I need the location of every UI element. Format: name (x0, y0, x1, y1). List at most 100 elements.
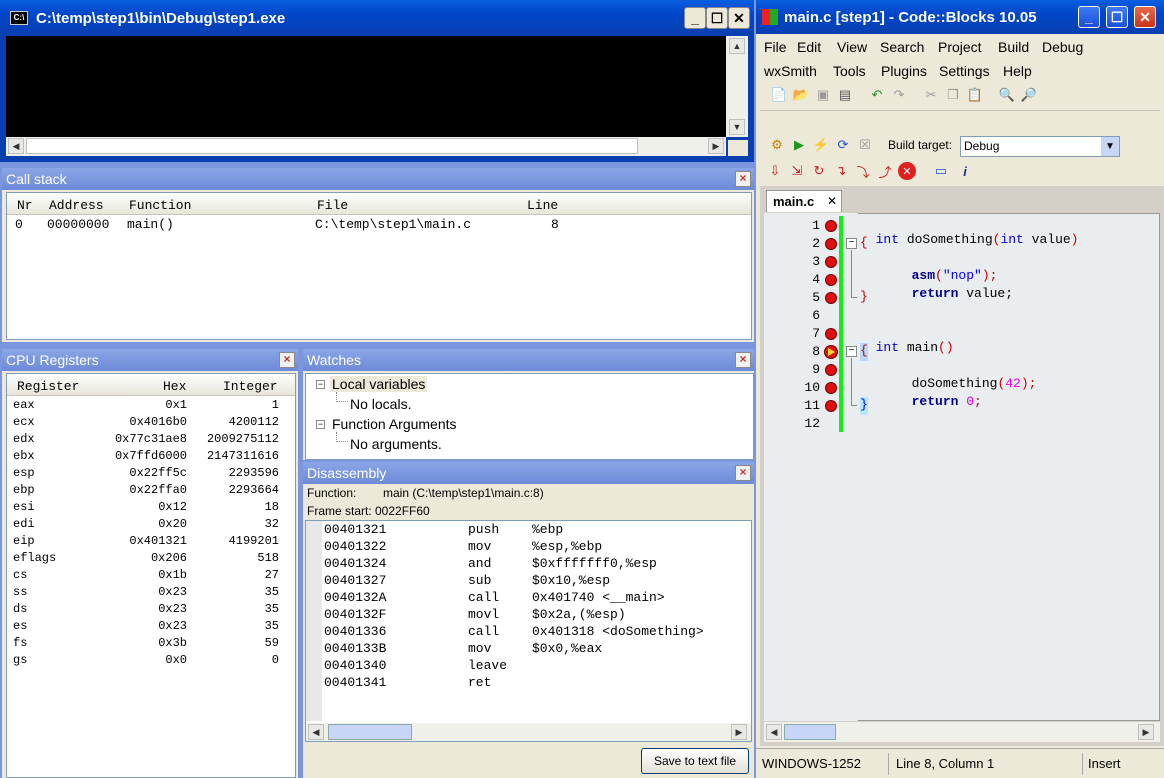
table-row[interactable]: ebx 0x7ffd6000 2147311616 (7, 449, 295, 466)
build-target-select[interactable]: Debug ▼ (960, 136, 1120, 157)
cpu-registers-list[interactable]: Register Hex Integer eax 0x1 1 ecx 0x4016b0 4… (6, 373, 296, 778)
editor-hscroll[interactable]: ◀ ▶ (764, 722, 1160, 742)
breakpoint-icon[interactable] (825, 220, 837, 232)
table-row[interactable]: ds 0x23 35 (7, 602, 295, 619)
close-icon[interactable]: ✕ (827, 194, 837, 208)
next-line-icon[interactable]: ↻ (810, 162, 828, 180)
close-icon[interactable]: × (735, 171, 751, 187)
call-stack-list[interactable]: Nr Address Function File Line 0 00000000… (6, 192, 752, 340)
table-row[interactable]: 0 00000000 main() C:\temp\step1\main.c 8 (7, 217, 751, 235)
debug-windows-icon[interactable]: ▭ (932, 162, 950, 180)
stop-debug-icon[interactable]: ✕ (898, 162, 916, 180)
build-gear-icon[interactable]: ⚙ (768, 136, 786, 154)
menu-file[interactable]: File (764, 39, 787, 55)
disasm-row[interactable]: 00401336 call 0x401318 <doSomething> (306, 624, 751, 641)
save-all-icon[interactable]: ▤ (836, 86, 854, 104)
replace-icon[interactable]: 🔎 (1020, 86, 1038, 104)
disasm-row[interactable]: 00401340 leave (306, 658, 751, 675)
ide-titlebar[interactable]: main.c [step1] - Code::Blocks 10.05 (756, 0, 1164, 34)
run-to-cursor-icon[interactable]: ⇲ (788, 162, 806, 180)
disasm-listing[interactable]: 00401321 push %ebp 00401322 mov %esp,%ebp 0040… (305, 520, 752, 742)
menu-tools[interactable]: Tools (833, 63, 866, 79)
new-file-icon[interactable]: 📄 (770, 86, 788, 104)
expand-minus-icon[interactable]: − (316, 380, 325, 389)
info-icon[interactable]: i (956, 162, 974, 180)
code-line-1[interactable]: int doSomething(int value) (860, 217, 1079, 247)
run-icon[interactable]: ▶ (790, 136, 808, 154)
disasm-hscroll-thumb[interactable] (328, 724, 412, 740)
line-number[interactable]: 3 (790, 254, 820, 269)
table-row[interactable]: gs 0x0 0 (7, 653, 295, 670)
menu-search[interactable]: Search (880, 39, 924, 55)
disasm-row[interactable]: 00401341 ret (306, 675, 751, 692)
line-number[interactable]: 6 (790, 308, 820, 323)
code-line-5[interactable]: } (860, 289, 868, 307)
scroll-down-icon[interactable]: ▼ (729, 119, 745, 135)
console-output[interactable] (6, 36, 726, 137)
col-line[interactable]: Line (527, 198, 558, 213)
code-line-2[interactable]: { (860, 235, 868, 253)
watches-tree[interactable]: − Local variables No locals. − Function … (305, 373, 754, 460)
menu-edit[interactable]: Edit (797, 39, 821, 55)
disasm-row[interactable]: 0040132A call 0x401740 <__main> (306, 590, 751, 607)
col-file[interactable]: File (317, 198, 348, 213)
table-row[interactable]: ebp 0x22ffa0 2293664 (7, 483, 295, 500)
table-row[interactable]: es 0x23 35 (7, 619, 295, 636)
table-row[interactable]: ss 0x23 35 (7, 585, 295, 602)
step-into-icon[interactable]: ⤵ (854, 162, 872, 180)
console-close-button[interactable]: ✕ (728, 7, 750, 29)
watch-function-arguments[interactable]: Function Arguments (332, 416, 457, 432)
next-instruction-icon[interactable]: ↴ (832, 162, 850, 180)
expand-minus-icon[interactable]: − (316, 420, 325, 429)
table-row[interactable]: eip 0x401321 4199201 (7, 534, 295, 551)
step-out-icon[interactable]: ⤴ (876, 162, 894, 180)
scroll-left-icon[interactable]: ◀ (8, 138, 24, 154)
console-resize-grip[interactable] (728, 140, 748, 156)
code-line-9[interactable]: doSomething(42); (896, 361, 1037, 391)
line-number[interactable]: 1 (790, 218, 820, 233)
line-number[interactable]: 11 (790, 398, 820, 413)
table-row[interactable]: esi 0x12 18 (7, 500, 295, 517)
scroll-right-icon[interactable]: ▶ (708, 138, 724, 154)
code-line-10[interactable]: return 0; (896, 379, 982, 409)
console-titlebar[interactable]: C:\ C:\temp\step1\bin\Debug\step1.exe (0, 0, 754, 36)
disasm-row[interactable]: 00401327 sub $0x10,%esp (306, 573, 751, 590)
breakpoint-icon[interactable] (825, 256, 837, 268)
disasm-row[interactable]: 0040133B mov $0x0,%eax (306, 641, 751, 658)
table-row[interactable]: ecx 0x4016b0 4200112 (7, 415, 295, 432)
col-address[interactable]: Address (49, 198, 104, 213)
breakpoint-icon[interactable] (825, 238, 837, 250)
breakpoint-icon[interactable] (825, 328, 837, 340)
col-function[interactable]: Function (129, 198, 191, 213)
breakpoint-icon[interactable] (825, 364, 837, 376)
breakpoint-icon[interactable] (825, 274, 837, 286)
breakpoint-icon[interactable] (825, 400, 837, 412)
console-minimize-button[interactable]: _ (684, 7, 706, 29)
code-line-3[interactable]: asm("nop"); (896, 253, 998, 283)
menu-debug[interactable]: Debug (1042, 39, 1083, 55)
find-icon[interactable]: 🔍 (998, 86, 1016, 104)
line-number[interactable]: 4 (790, 272, 820, 287)
copy-icon[interactable]: ❐ (944, 86, 962, 104)
breakpoint-icon[interactable] (825, 292, 837, 304)
ide-maximize-button[interactable]: ☐ (1106, 6, 1128, 28)
menu-wxsmith[interactable]: wxSmith (764, 63, 817, 79)
watch-local-variables[interactable]: Local variables (330, 376, 428, 392)
scroll-left-icon[interactable]: ◀ (308, 724, 324, 740)
console-hscroll[interactable]: ◀ ▶ (6, 137, 726, 156)
disasm-row[interactable]: 0040132F movl $0x2a,(%esp) (306, 607, 751, 624)
disasm-row[interactable]: 00401322 mov %esp,%ebp (306, 539, 751, 556)
table-row[interactable]: edi 0x20 32 (7, 517, 295, 534)
redo-icon[interactable]: ↷ (890, 86, 908, 104)
line-number[interactable]: 8 (790, 344, 820, 359)
paste-icon[interactable]: 📋 (966, 86, 984, 104)
table-row[interactable]: esp 0x22ff5c 2293596 (7, 466, 295, 483)
rebuild-icon[interactable]: ⟳ (834, 136, 852, 154)
save-to-text-file-button[interactable]: Save to text file (641, 748, 749, 774)
menu-build[interactable]: Build (998, 39, 1029, 55)
col-nr[interactable]: Nr (17, 198, 33, 213)
menu-project[interactable]: Project (938, 39, 982, 55)
abort-icon[interactable]: ☒ (856, 136, 874, 154)
ide-close-button[interactable]: ✕ (1134, 6, 1156, 28)
line-number[interactable]: 10 (790, 380, 820, 395)
